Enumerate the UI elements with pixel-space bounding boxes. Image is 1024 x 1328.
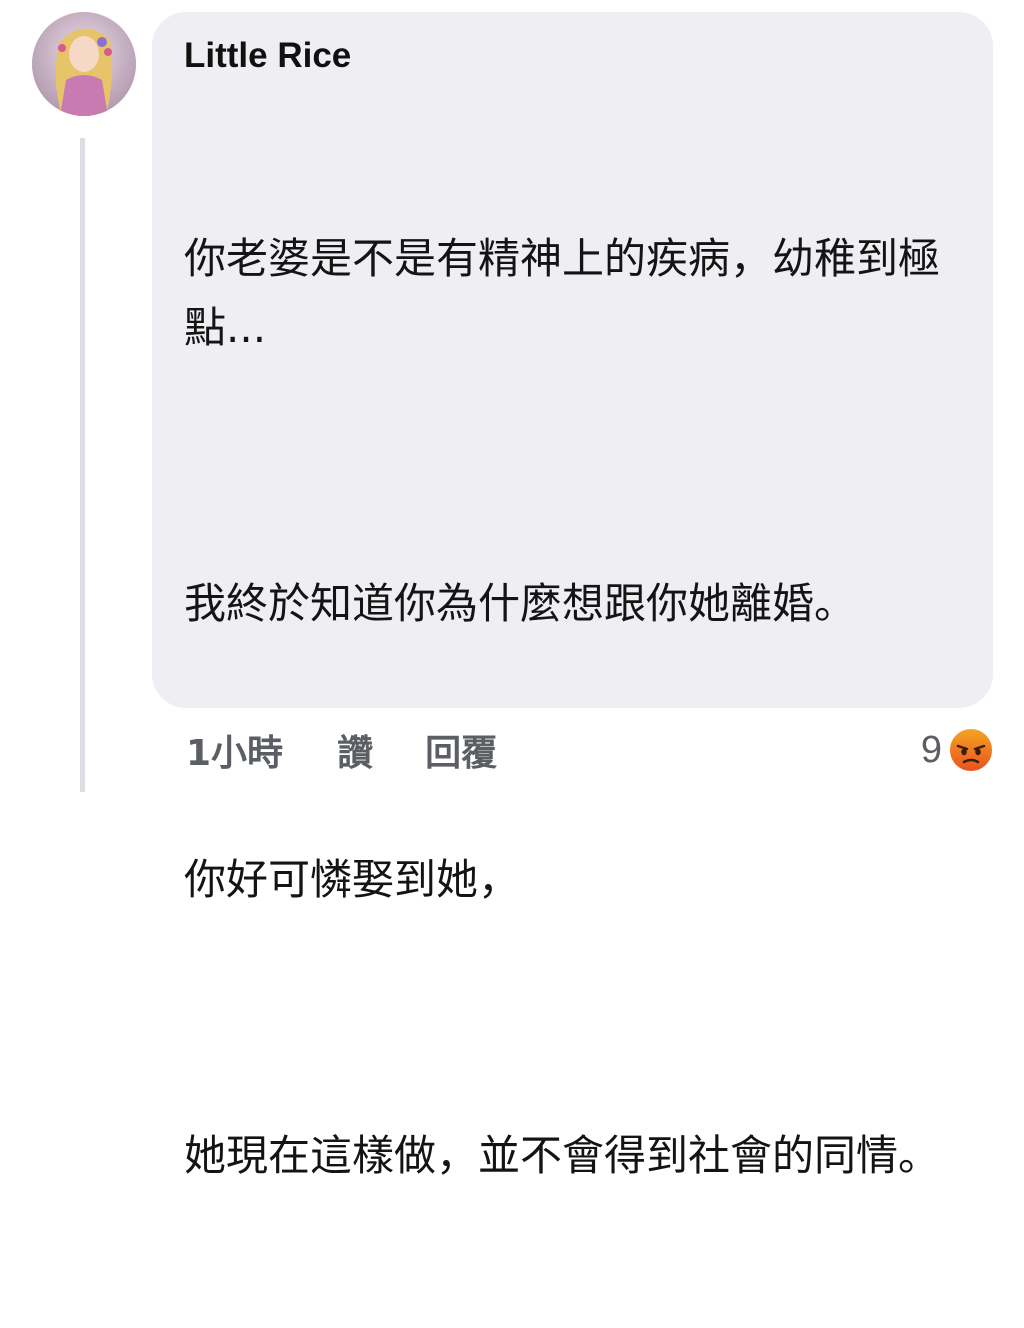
comment-timestamp[interactable]: 1小時: [186, 724, 283, 776]
comment-paragraph: 你好可憐娶到她，: [184, 855, 521, 904]
avatar-image: [32, 12, 136, 116]
comment-paragraph: 你老婆是不是有精神上的疾病，幼稚到極點...: [184, 234, 941, 352]
reaction-summary[interactable]: 9: [921, 722, 994, 778]
reaction-count: 9: [920, 728, 942, 771]
reply-button[interactable]: 回覆: [425, 724, 497, 776]
thread-line: [80, 138, 85, 792]
comment-paragraph: 我終於知道你為什麼想跟你她離婚。: [184, 579, 857, 628]
comment-bubble: Little Rice 你老婆是不是有精神上的疾病，幼稚到極點... 我終於知道…: [152, 12, 993, 1180]
comment-author[interactable]: Little Rice: [184, 34, 963, 78]
like-button[interactable]: 讚: [337, 724, 373, 776]
comment-paragraph: 她現在這樣做，並不會得到社會的同情。: [184, 1131, 941, 1180]
comment-text: 你老婆是不是有精神上的疾病，幼稚到極點... 我終於知道你為什麼想跟你她離婚。 …: [184, 86, 974, 1328]
comment-actions: 1小時 讚 回覆: [186, 722, 497, 778]
angry-face-icon: [948, 727, 994, 773]
avatar[interactable]: [32, 12, 136, 116]
